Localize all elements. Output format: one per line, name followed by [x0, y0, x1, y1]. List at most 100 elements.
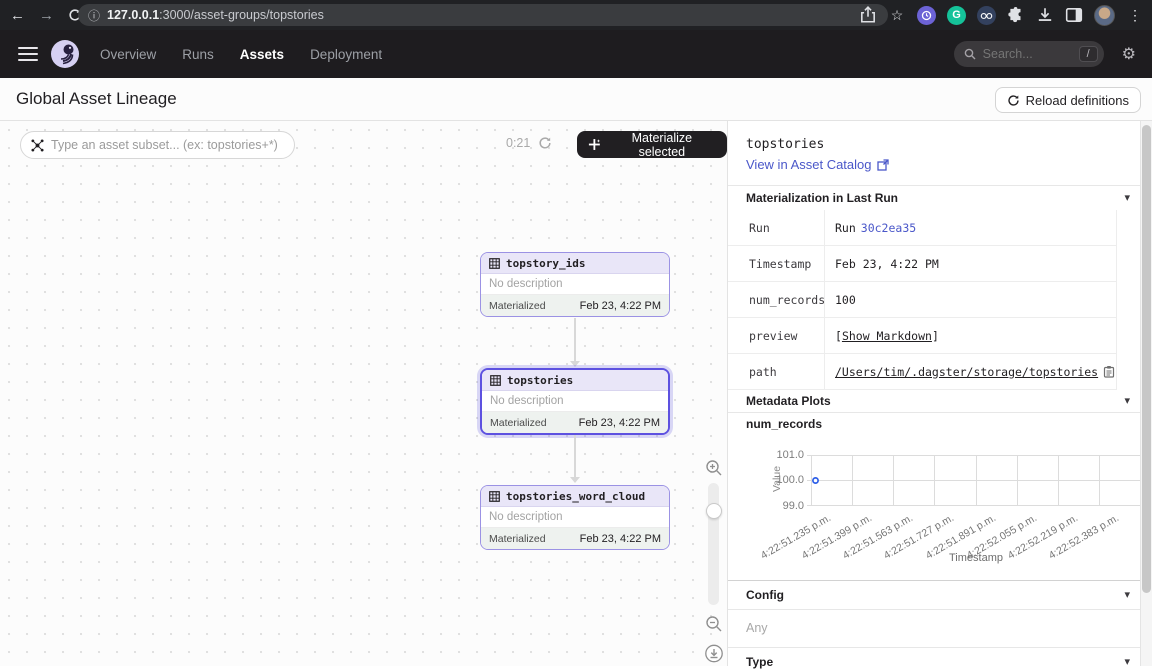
site-info-icon[interactable]: ⓘ — [88, 7, 100, 24]
status-label: Materialized — [489, 533, 546, 545]
data-point — [813, 478, 818, 483]
asset-node-header: topstories — [482, 370, 668, 391]
search-shortcut-badge: / — [1079, 46, 1098, 62]
refresh-icon — [1007, 94, 1020, 107]
nav-item-assets[interactable]: Assets — [240, 47, 284, 62]
run-id-link[interactable]: 30c2ea35 — [861, 221, 916, 235]
y-tick: 101.0 — [768, 449, 804, 461]
table-row: path /Users/tim/.dagster/storage/topstor… — [728, 354, 1116, 390]
table-row: Timestamp Feb 23, 4:22 PM — [728, 246, 1116, 282]
divider — [728, 647, 1141, 648]
table-icon — [489, 258, 500, 269]
nav-item-runs[interactable]: Runs — [182, 47, 214, 62]
table-row: num_records 100 — [728, 282, 1116, 318]
chevron-down-icon: ▾ — [1124, 655, 1130, 668]
refresh-countdown: 0:21 — [506, 136, 552, 150]
zoom-slider-handle[interactable] — [706, 503, 722, 519]
asset-details-panel: topstories View in Asset Catalog Materia… — [727, 121, 1152, 666]
panel-scrollbar-thumb[interactable] — [1142, 125, 1151, 593]
materialized-timestamp: Feb 23, 4:22 PM — [579, 417, 660, 429]
reload-definitions-button[interactable]: Reload definitions — [995, 87, 1141, 113]
lineage-edge-arrowhead — [570, 361, 580, 367]
table-icon — [490, 375, 501, 386]
profile-avatar[interactable] — [1094, 5, 1115, 26]
asset-status-row: Materialized Feb 23, 4:22 PM — [481, 528, 669, 549]
copy-clipboard-icon[interactable] — [1103, 365, 1115, 378]
asset-filter-input[interactable] — [51, 138, 284, 152]
materialize-selected-button[interactable]: Materialize selected — [577, 131, 727, 158]
divider — [728, 185, 1141, 186]
plot-metric-name: num_records — [746, 417, 822, 431]
share-icon[interactable] — [859, 6, 877, 24]
page-title: Global Asset Lineage — [16, 89, 177, 109]
x-axis-title: Timestamp — [811, 552, 1141, 564]
url-text: 127.0.0.1:3000/asset-groups/topstories — [107, 8, 324, 22]
table-icon — [489, 491, 500, 502]
asset-node-topstories[interactable]: topstories No description Materialized F… — [480, 368, 670, 435]
asset-filter[interactable] — [20, 131, 295, 159]
materialize-sparkle-icon — [588, 138, 601, 151]
show-markdown-link[interactable]: Show Markdown — [842, 329, 932, 343]
lineage-edge-arrowhead — [570, 477, 580, 483]
side-panel-icon[interactable] — [1065, 6, 1083, 24]
section-type[interactable]: Type — [746, 655, 773, 669]
extension-glasses-icon[interactable] — [977, 6, 996, 25]
browser-chrome: ← → ⓘ 127.0.0.1:3000/asset-groups/topsto… — [0, 0, 1152, 30]
asset-node-topstory_ids[interactable]: topstory_ids No description Materialized… — [480, 252, 670, 317]
app-navbar: Overview Runs Assets Deployment / ⚙ — [0, 30, 1152, 78]
table-row: preview [Show Markdown] — [728, 318, 1116, 354]
fit-to-view-icon[interactable] — [704, 644, 724, 663]
bookmark-star-icon[interactable]: ☆ — [888, 6, 906, 24]
browser-back-button[interactable]: ← — [10, 8, 25, 23]
table-row: Run Run30c2ea35 — [728, 210, 1116, 246]
zoom-out-icon[interactable] — [704, 615, 724, 633]
dagster-logo[interactable] — [50, 39, 80, 69]
asset-node-header: topstory_ids — [481, 253, 669, 274]
chevron-down-icon: ▾ — [1124, 588, 1130, 601]
zoom-in-icon[interactable] — [704, 459, 724, 477]
extension-grammarly-icon[interactable]: G — [947, 6, 966, 25]
asset-node-header: topstories_word_cloud — [481, 486, 669, 507]
hamburger-menu-icon[interactable] — [18, 43, 38, 65]
extension-clock-icon[interactable] — [917, 6, 936, 25]
asset-status-row: Materialized Feb 23, 4:22 PM — [482, 412, 668, 433]
address-bar[interactable]: ⓘ 127.0.0.1:3000/asset-groups/topstories — [78, 4, 888, 26]
asset-graph-icon — [31, 139, 44, 152]
asset-status-row: Materialized Feb 23, 4:22 PM — [481, 295, 669, 316]
materialized-timestamp: Feb 23, 4:22 PM — [580, 300, 661, 312]
asset-description: No description — [481, 274, 669, 295]
divider — [728, 412, 1141, 413]
asset-node-topstories_word_cloud[interactable]: topstories_word_cloud No description Mat… — [480, 485, 670, 550]
section-config[interactable]: Config — [746, 588, 784, 602]
asset-description: No description — [481, 507, 669, 528]
nav-item-overview[interactable]: Overview — [100, 47, 156, 62]
lineage-canvas[interactable]: 0:21 Materialize selected topstory_ids N… — [0, 121, 727, 666]
global-search[interactable]: / — [954, 41, 1104, 67]
metadata-table: Run Run30c2ea35 Timestamp Feb 23, 4:22 P… — [728, 210, 1117, 390]
chrome-menu-icon[interactable]: ⋮ — [1126, 6, 1144, 24]
settings-gear-icon[interactable]: ⚙ — [1122, 44, 1136, 64]
status-label: Materialized — [489, 300, 546, 312]
section-metadata-plots[interactable]: Metadata Plots — [746, 394, 831, 408]
materialized-timestamp: Feb 23, 4:22 PM — [580, 533, 661, 545]
path-link[interactable]: /Users/tim/.dagster/storage/topstories — [835, 365, 1098, 379]
asset-description: No description — [482, 391, 668, 412]
section-materialization-last-run[interactable]: Materialization in Last Run — [746, 191, 898, 205]
view-in-asset-catalog-link[interactable]: View in Asset Catalog — [746, 157, 889, 172]
chevron-down-icon: ▾ — [1124, 191, 1130, 204]
nav-item-deployment[interactable]: Deployment — [310, 47, 382, 62]
downloads-icon[interactable] — [1036, 6, 1054, 24]
divider — [728, 580, 1141, 581]
refresh-countdown-icon[interactable] — [538, 136, 552, 150]
y-tick: 100.0 — [768, 474, 804, 486]
num-records-plot — [807, 455, 1142, 507]
page-header: Global Asset Lineage Reload definitions — [0, 78, 1152, 121]
search-input[interactable] — [983, 47, 1072, 61]
divider — [728, 609, 1141, 610]
chevron-down-icon: ▾ — [1124, 394, 1130, 407]
config-value: Any — [746, 621, 768, 635]
browser-forward-button[interactable]: → — [39, 8, 54, 23]
panel-asset-name: topstories — [746, 137, 824, 152]
extensions-puzzle-icon[interactable] — [1007, 6, 1025, 24]
zoom-slider-track[interactable] — [708, 483, 719, 605]
